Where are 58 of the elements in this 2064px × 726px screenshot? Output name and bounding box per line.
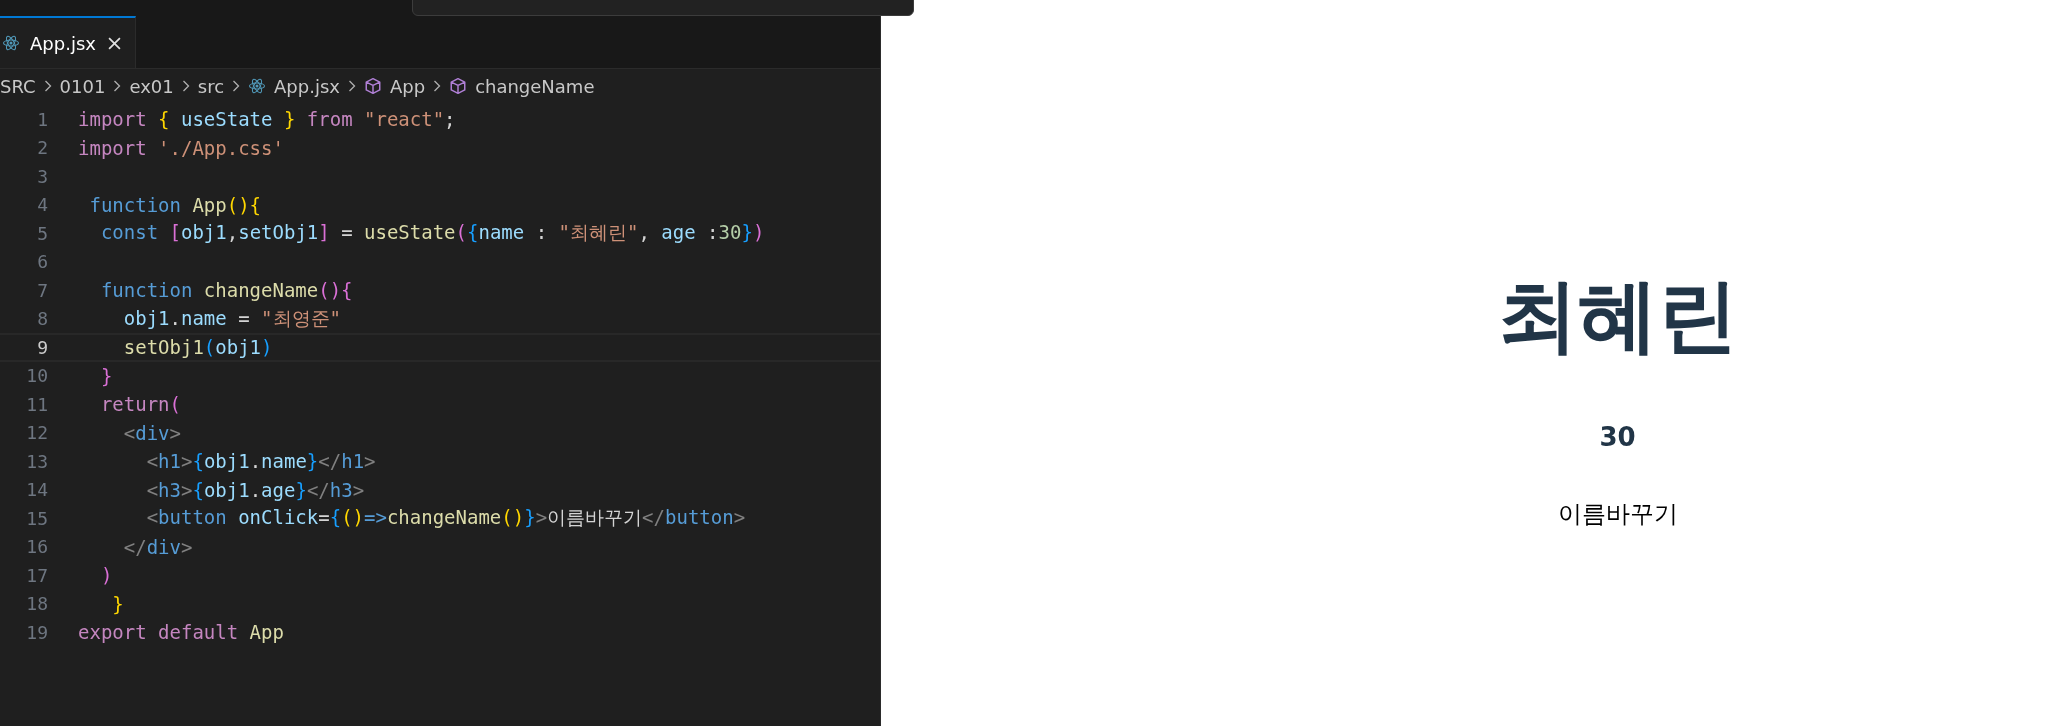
react-icon — [248, 77, 267, 95]
line-number: 19 — [25, 621, 48, 643]
line-number: 3 — [36, 165, 48, 187]
line-number: 7 — [36, 279, 48, 301]
code-line: import { useState } from "react"; — [78, 108, 456, 131]
code-line: setObj1(obj1) — [122, 336, 273, 359]
line-number: 16 — [25, 536, 48, 558]
code-line: <div> — [122, 421, 181, 444]
change-name-button[interactable]: 이름바꾸기 — [1551, 496, 1684, 532]
code-line: } — [99, 364, 113, 387]
code-line: import './App.css' — [78, 136, 284, 159]
editor-tab[interactable]: App.jsx — [0, 16, 136, 68]
chevron-icon — [113, 80, 122, 92]
chevron-icon — [232, 80, 241, 92]
code-line: <h3>{obj1.age}</h3> — [145, 478, 365, 501]
breadcrumb-item[interactable]: src — [197, 75, 225, 97]
line-number: 6 — [36, 251, 48, 273]
code-line: obj1.name = "최영준" — [122, 305, 341, 331]
line-number: 1 — [36, 108, 48, 130]
cube-icon — [363, 77, 382, 95]
code-line: return( — [99, 393, 181, 416]
line-number: 14 — [25, 479, 48, 501]
line-number: 13 — [25, 450, 48, 472]
line-number: 12 — [25, 422, 48, 444]
breadcrumb-item[interactable]: SRC — [0, 75, 36, 97]
code-line: function App(){ — [88, 193, 262, 216]
code-line: export default App — [78, 621, 284, 644]
chevron-icon — [43, 80, 52, 92]
line-number: 17 — [25, 564, 48, 586]
code-line: ) — [99, 564, 113, 587]
line-number: 11 — [25, 393, 48, 415]
chevron-icon — [433, 80, 442, 92]
breadcrumb-item[interactable]: App — [389, 75, 426, 97]
line-number: 18 — [25, 593, 48, 615]
line-number: 5 — [36, 222, 48, 244]
line-number: 9 — [36, 336, 48, 358]
chevron-icon — [181, 80, 190, 92]
cube-icon — [449, 77, 468, 95]
breadcrumb-item[interactable]: ex01 — [129, 75, 174, 97]
close-icon[interactable] — [108, 36, 121, 50]
line-number: 10 — [25, 365, 48, 387]
line-number: 2 — [36, 137, 48, 159]
code-line: } — [111, 592, 124, 615]
name-heading: 최혜린 — [1497, 276, 1738, 356]
react-icon — [2, 34, 20, 52]
code-line: function changeName(){ — [99, 279, 353, 302]
code-line: <h1>{obj1.name}</h1> — [145, 450, 376, 473]
line-number: 8 — [36, 308, 48, 330]
age-heading: 30 — [1599, 422, 1636, 452]
line-number: 4 — [36, 194, 48, 216]
code-line: const [obj1,setObj1] = useState({name : "최혜린", age :30}) — [99, 220, 765, 246]
code-line: </div> — [122, 535, 193, 558]
line-number: 15 — [25, 507, 48, 529]
breadcrumb-item[interactable]: 0101 — [59, 75, 106, 97]
code-line: <button onClick={()=>changeName()}>이름바꾸기</button> — [145, 505, 746, 531]
chevron-icon — [347, 80, 356, 92]
breadcrumb-item[interactable]: changeName — [475, 75, 595, 97]
breadcrumb-item[interactable]: App.jsx — [274, 75, 340, 97]
